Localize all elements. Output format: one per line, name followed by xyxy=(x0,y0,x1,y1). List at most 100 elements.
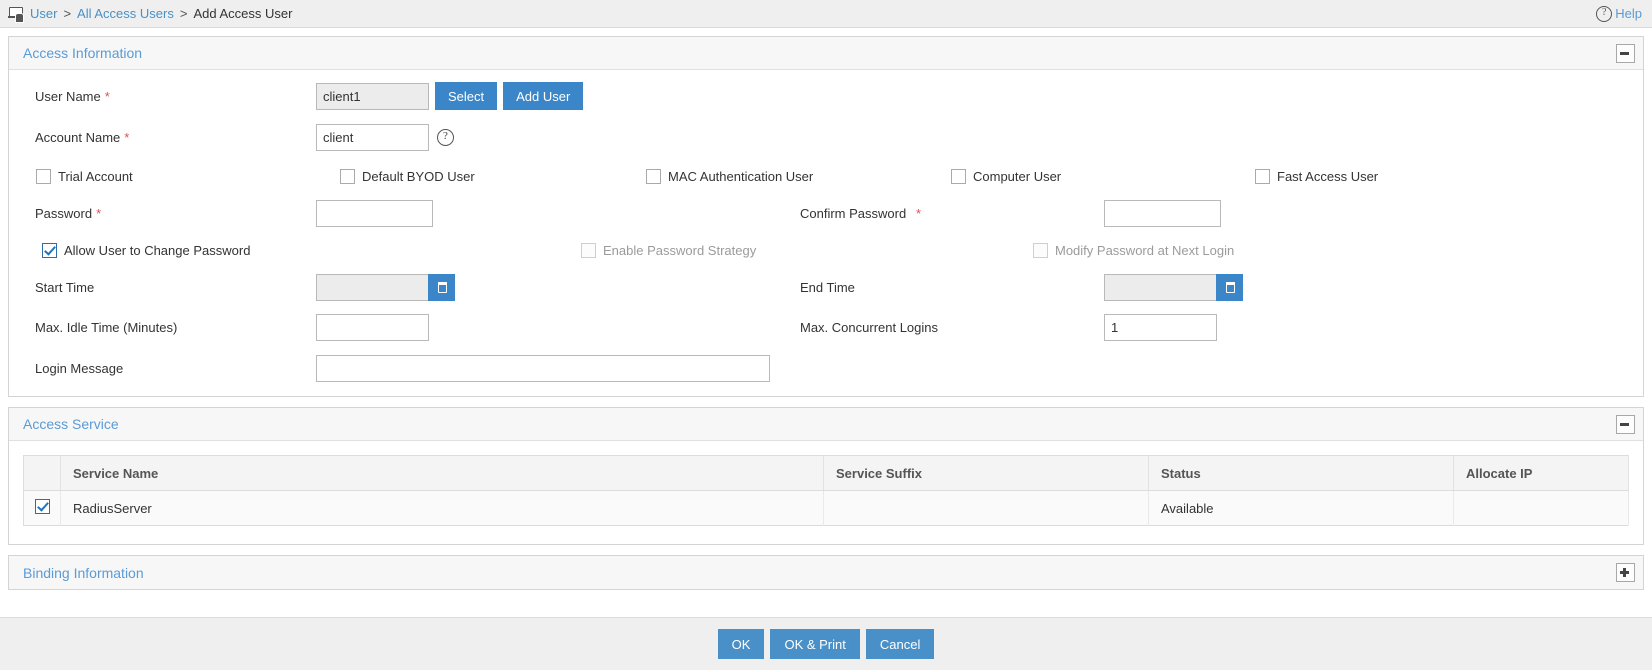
fast-access-user-checkbox-item[interactable]: Fast Access User xyxy=(1255,169,1378,184)
access-information-title: Access Information xyxy=(23,45,143,61)
allow-user-change-password-checkbox-item[interactable]: Allow User to Change Password xyxy=(42,243,250,258)
start-time-label: Start Time xyxy=(35,280,95,295)
allow-user-change-password-label: Allow User to Change Password xyxy=(64,243,251,258)
default-byod-user-checkbox-item[interactable]: Default BYOD User xyxy=(340,169,475,184)
binding-information-header[interactable]: Binding Information xyxy=(9,556,1643,589)
account-name-label-cell: Account Name * xyxy=(9,130,316,145)
cancel-button[interactable]: Cancel xyxy=(865,629,935,659)
row-select-cell[interactable] xyxy=(23,490,61,526)
login-message-input[interactable] xyxy=(316,355,770,382)
user-screen-icon xyxy=(8,6,24,23)
modify-password-next-login-label: Modify Password at Next Login xyxy=(1055,243,1235,258)
row-select-checkbox[interactable] xyxy=(34,499,50,514)
account-name-required-mark: * xyxy=(124,130,130,145)
default-byod-user-checkbox[interactable] xyxy=(340,169,355,184)
account-name-help-icon[interactable]: ? xyxy=(437,129,454,146)
password-required-mark: * xyxy=(96,206,102,221)
binding-information-expand-button[interactable] xyxy=(1616,563,1635,582)
table-row: RadiusServer Available xyxy=(23,490,1629,526)
password-input[interactable] xyxy=(316,200,433,227)
login-message-label-cell: Login Message xyxy=(9,361,316,376)
confirm-password-required-mark: * xyxy=(916,206,922,221)
limits-row: Max. Idle Time (Minutes) Max. Concurrent… xyxy=(9,314,1643,341)
access-service-panel: Access Service Service Name Service Suff… xyxy=(8,407,1644,545)
fast-access-user-checkbox[interactable] xyxy=(1255,169,1270,184)
column-header-allocate-ip: Allocate IP xyxy=(1453,455,1629,491)
start-time-input[interactable] xyxy=(316,274,428,301)
breadcrumb-separator: > xyxy=(63,6,72,21)
minus-icon xyxy=(1620,51,1629,55)
user-name-input[interactable] xyxy=(316,82,429,110)
ok-button[interactable]: OK xyxy=(717,629,765,659)
access-information-form: User Name* Select Add User Account Name*… xyxy=(9,70,1643,396)
trial-account-checkbox[interactable] xyxy=(36,169,51,184)
account-name-row: Account Name* ? xyxy=(9,124,1643,151)
calendar-icon xyxy=(437,281,447,293)
column-header-status: Status xyxy=(1148,455,1454,491)
start-time-field xyxy=(316,274,455,301)
minus-icon xyxy=(1620,422,1629,426)
plus-icon-bar-v xyxy=(1623,568,1626,577)
account-name-input[interactable] xyxy=(316,124,429,151)
end-time-label: End Time xyxy=(800,280,855,295)
modify-password-next-login-checkbox[interactable] xyxy=(1033,243,1048,258)
modify-password-next-login-checkbox-item[interactable]: Modify Password at Next Login xyxy=(1033,243,1234,258)
access-information-collapse-button[interactable] xyxy=(1616,43,1635,63)
login-message-label: Login Message xyxy=(35,361,124,376)
access-information-header: Access Information xyxy=(9,37,1643,70)
mac-authentication-user-checkbox[interactable] xyxy=(646,169,661,184)
access-service-header: Access Service xyxy=(9,408,1643,441)
start-time-calendar-button[interactable] xyxy=(428,274,455,301)
default-byod-user-label: Default BYOD User xyxy=(362,169,475,184)
account-name-label: Account Name xyxy=(35,130,121,145)
select-button[interactable]: Select xyxy=(435,82,498,110)
start-time-label-cell: Start Time xyxy=(9,280,316,295)
breadcrumb-separator: > xyxy=(179,6,188,21)
enable-password-strategy-checkbox-item[interactable]: Enable Password Strategy xyxy=(581,243,756,258)
end-time-field xyxy=(1104,274,1243,301)
table-header-row: Service Name Service Suffix Status Alloc… xyxy=(23,455,1629,491)
end-time-input[interactable] xyxy=(1104,274,1216,301)
cell-service-name: RadiusServer xyxy=(60,490,824,526)
breadcrumb-bar: User > All Access Users > Add Access Use… xyxy=(0,0,1652,28)
cell-allocate-ip xyxy=(1453,490,1629,526)
footer-action-bar: OK OK & Print Cancel xyxy=(0,617,1652,670)
enable-password-strategy-label: Enable Password Strategy xyxy=(603,243,757,258)
column-header-service-suffix: Service Suffix xyxy=(823,455,1149,491)
add-user-button[interactable]: Add User xyxy=(503,82,584,110)
confirm-password-input[interactable] xyxy=(1104,200,1221,227)
ok-and-print-button[interactable]: OK & Print xyxy=(770,629,860,659)
column-header-select xyxy=(23,455,61,491)
cell-status: Available xyxy=(1148,490,1454,526)
enable-password-strategy-checkbox[interactable] xyxy=(581,243,596,258)
column-header-service-name: Service Name xyxy=(60,455,824,491)
fast-access-user-label: Fast Access User xyxy=(1277,169,1379,184)
end-time-calendar-button[interactable] xyxy=(1216,274,1243,301)
password-options-row: Allow User to Change Password Enable Pas… xyxy=(9,239,1643,262)
computer-user-checkbox-item[interactable]: Computer User xyxy=(951,169,1061,184)
computer-user-checkbox[interactable] xyxy=(951,169,966,184)
allow-user-change-password-checkbox[interactable] xyxy=(42,243,57,258)
calendar-icon xyxy=(1225,281,1235,293)
breadcrumb-link-user[interactable]: User xyxy=(30,6,57,21)
trial-account-checkbox-item[interactable]: Trial Account xyxy=(36,169,133,184)
breadcrumb-link-all-access-users[interactable]: All Access Users xyxy=(77,6,174,21)
trial-account-label: Trial Account xyxy=(58,169,133,184)
time-range-row: Start Time End Time xyxy=(9,274,1643,301)
max-concurrent-logins-input[interactable] xyxy=(1104,314,1217,341)
access-service-collapse-button[interactable] xyxy=(1616,414,1635,434)
binding-information-title: Binding Information xyxy=(23,564,144,581)
computer-user-label: Computer User xyxy=(973,169,1062,184)
max-idle-time-input[interactable] xyxy=(316,314,429,341)
mac-authentication-user-label: MAC Authentication User xyxy=(668,169,814,184)
breadcrumb-current-page: Add Access User xyxy=(193,6,293,21)
help-link[interactable]: ? Help xyxy=(1596,5,1642,22)
mac-authentication-user-checkbox-item[interactable]: MAC Authentication User xyxy=(646,169,813,184)
login-message-row: Login Message xyxy=(9,355,1643,382)
password-label-cell: Password * xyxy=(9,206,316,221)
access-service-title: Access Service xyxy=(23,416,119,432)
password-row: Password * Confirm Password * xyxy=(9,200,1643,227)
user-name-label-cell: User Name * xyxy=(9,89,316,104)
help-label: Help xyxy=(1615,6,1642,21)
question-circle-icon: ? xyxy=(1596,5,1613,22)
